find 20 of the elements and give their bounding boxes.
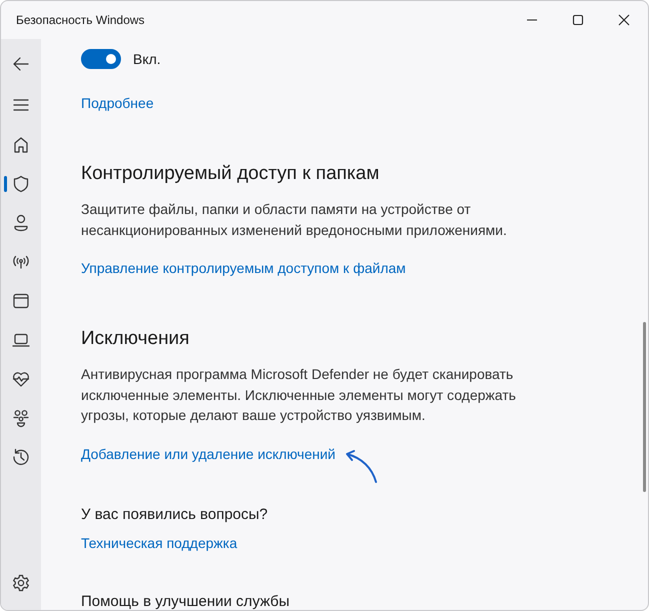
section-description: Антивирусная программа Microsoft Defender не будет сканировать исключенные элементы. Исключенные элементы могут содержать угрозы, которые делают ваше устройство уязвимым. (81, 365, 517, 425)
more-link[interactable]: Подробнее (81, 95, 154, 111)
section-link[interactable]: Добавление или удаление исключений (81, 446, 336, 462)
family-icon (11, 408, 31, 428)
maximize-icon[interactable] (572, 14, 584, 26)
section-heading: Контролируемый доступ к папкам (81, 163, 380, 185)
window-title: Безопасность Windows (16, 13, 145, 27)
section-heading: Исключения (81, 328, 190, 350)
settings-icon (11, 572, 31, 592)
section-description: Защитите файлы, папки и области памяти на устройстве от несанкционированных изменений вредоносными приложениями. (81, 200, 508, 240)
toggle-switch[interactable] (81, 49, 121, 69)
scrollbar[interactable] (643, 322, 646, 492)
questions-heading: У вас появились вопросы? (81, 506, 268, 522)
shield-icon (11, 174, 31, 194)
support-link[interactable]: Техническая поддержка (81, 534, 238, 550)
section-link[interactable]: Управление контролируемым доступом к файлам (81, 260, 406, 276)
toggle-label: Вкл. (133, 51, 161, 67)
history-icon (11, 446, 31, 466)
section-heading: Помощь в улучшении службы (81, 592, 290, 610)
close-icon[interactable] (618, 14, 630, 26)
